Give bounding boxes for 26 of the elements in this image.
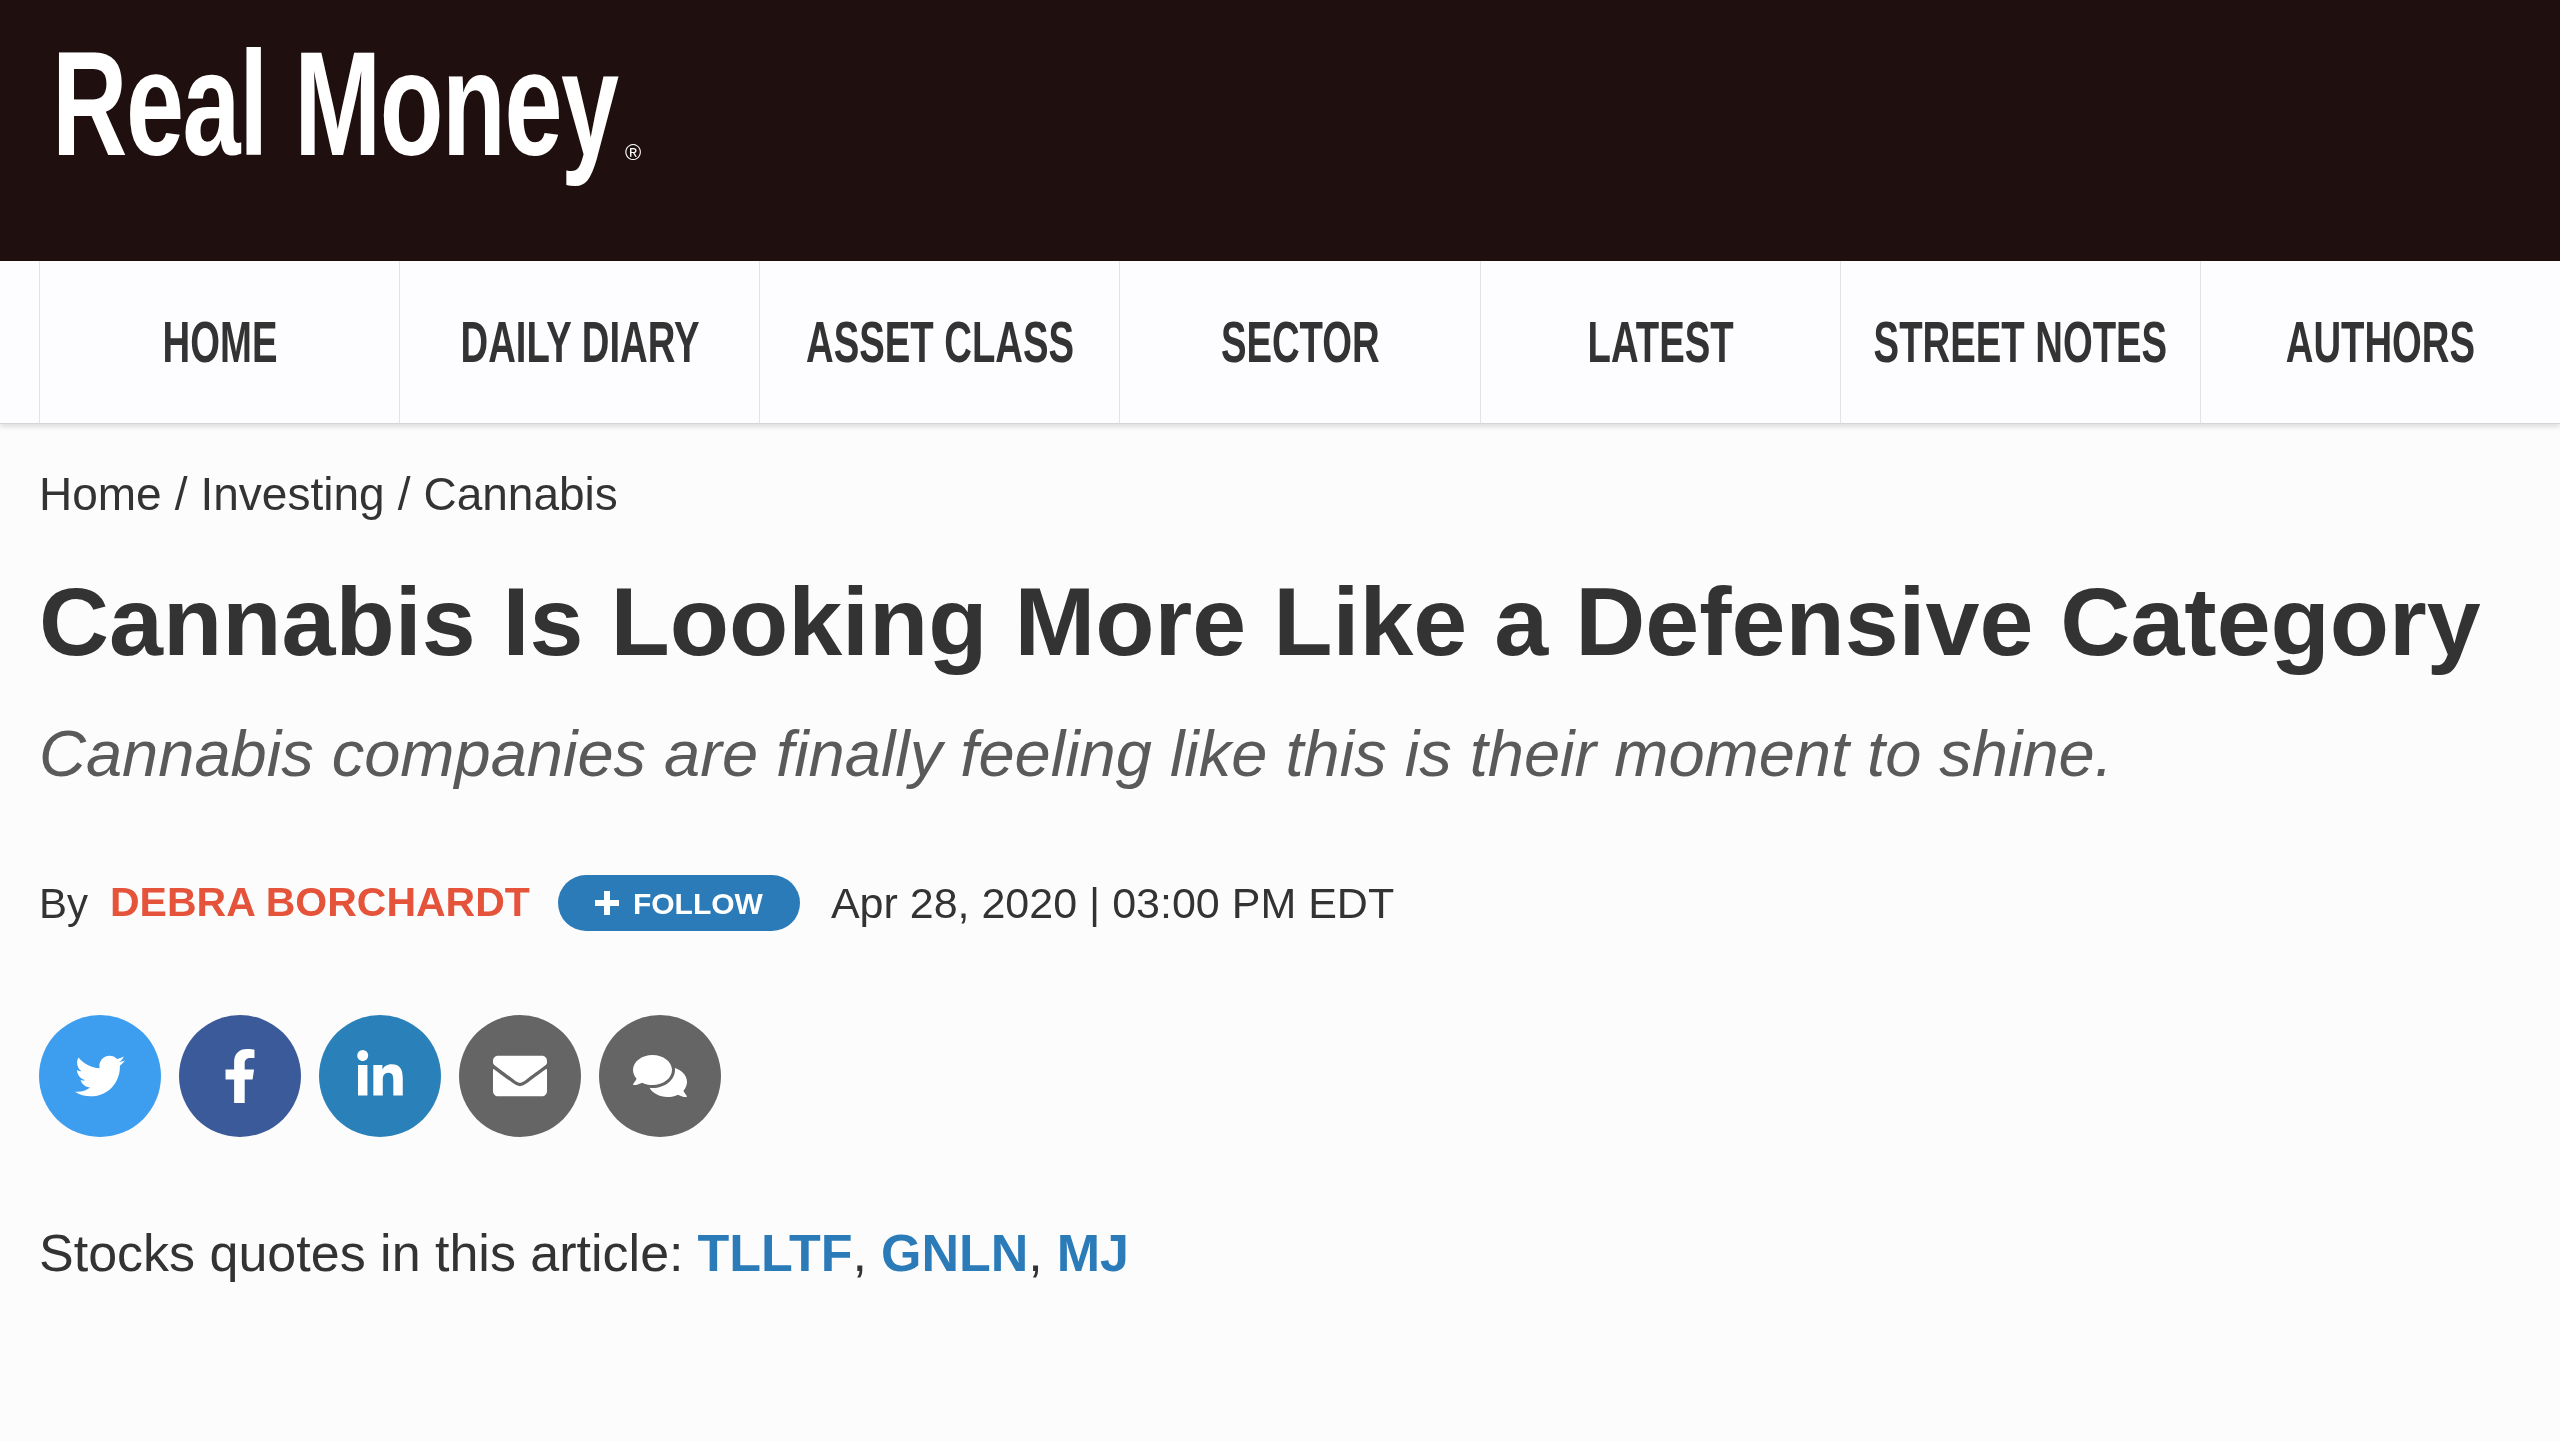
ticker-separator: , — [1028, 1223, 1043, 1283]
publish-date: Apr 28, 2020 | 03:00 PM EDT — [830, 877, 1395, 929]
plus-icon — [594, 891, 619, 915]
breadcrumb-separator: / — [397, 468, 411, 521]
follow-button[interactable]: FOLLOW — [557, 875, 800, 931]
ticker-link[interactable]: MJ — [1056, 1223, 1129, 1283]
article-title: Cannabis Is Looking More Like a Defensive Category — [39, 566, 2482, 677]
breadcrumb-separator: / — [174, 468, 188, 521]
breadcrumb-link[interactable]: Cannabis — [423, 468, 618, 521]
nav-link[interactable]: STREET NOTES — [1840, 261, 2201, 423]
logo[interactable]: Real Money® — [52, 24, 652, 214]
ticker-link[interactable]: TLLTF — [697, 1223, 853, 1283]
nav-link[interactable]: ASSET CLASS — [760, 261, 1121, 423]
nav-link[interactable]: DAILY DIARY — [400, 261, 761, 423]
breadcrumb-link[interactable]: Home — [39, 468, 162, 521]
ticker-link[interactable]: GNLN — [880, 1223, 1029, 1283]
byline-prefix: By — [39, 878, 88, 929]
breadcrumb-link[interactable]: Investing — [200, 468, 385, 521]
author-link[interactable]: DEBRA BORCHARDT — [110, 872, 530, 934]
nav-link[interactable]: HOME — [40, 261, 401, 423]
ticker-separator: , — [852, 1223, 867, 1283]
nav-link[interactable]: AUTHORS — [2200, 261, 2560, 423]
article-subtitle: Cannabis companies are finally feeling like this is their moment to shine. — [39, 716, 2114, 791]
stock-quotes-label: Stocks quotes in this article: — [39, 1223, 684, 1283]
nav-link[interactable]: LATEST — [1480, 261, 1841, 423]
nav-link[interactable]: SECTOR — [1120, 261, 1481, 423]
